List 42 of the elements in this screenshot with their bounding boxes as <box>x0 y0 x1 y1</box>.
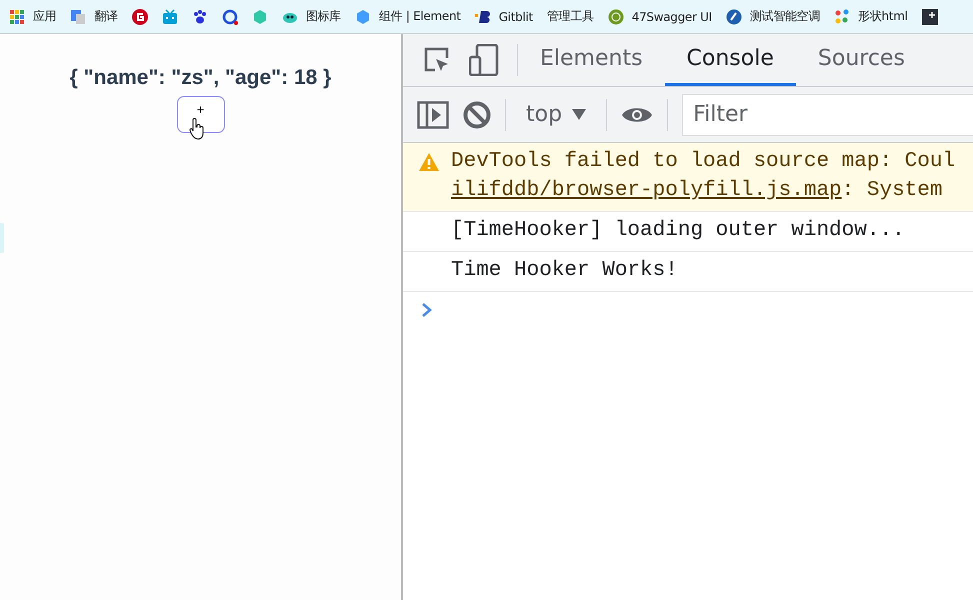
letter-b-icon <box>474 8 491 24</box>
devtools-tab[interactable]: Elements <box>518 34 665 86</box>
letter-g-icon <box>132 8 148 24</box>
bookmark[interactable]: 形状html <box>834 8 908 25</box>
bookmark[interactable]: 组件 | Element <box>354 8 461 25</box>
paw-icon <box>192 8 208 24</box>
tv-icon <box>162 8 178 24</box>
json-heading: { "name": "zs", "age": 18 } <box>70 66 332 90</box>
circle-icon <box>608 8 624 24</box>
bookmark[interactable]: 47Swagger UI <box>608 8 712 24</box>
bookmark[interactable]: 应用 <box>9 8 56 25</box>
circle-icon <box>726 8 742 24</box>
ring-icon <box>222 8 238 24</box>
log-text: Time Hooker Works! <box>451 259 678 282</box>
device-icon <box>469 44 499 76</box>
filter-field[interactable]: Filter <box>682 94 973 136</box>
source-map-link[interactable]: ilifddb/browser-polyfill.js.map <box>451 179 842 202</box>
bookmark[interactable]: Gitblit <box>474 8 533 24</box>
bookmark[interactable] <box>192 8 208 24</box>
warning-icon <box>418 152 440 172</box>
bookmark[interactable] <box>222 8 238 24</box>
hexagon-icon <box>252 8 268 24</box>
bookmark[interactable]: 翻译 <box>70 8 118 25</box>
bookmark[interactable]: 测试智能空调 <box>726 8 820 25</box>
inspect-cursor-icon <box>423 46 451 74</box>
context-dropdown[interactable]: top <box>520 101 592 128</box>
hexagon-icon <box>354 8 371 24</box>
clear-console-icon <box>463 100 491 128</box>
add-button[interactable]: + <box>176 96 224 133</box>
hand-cursor-icon <box>188 118 204 140</box>
apps-grid-icon <box>9 8 25 24</box>
prompt-chevron-icon <box>421 302 433 318</box>
translate-icon <box>70 8 86 24</box>
bookmark[interactable]: 图标库 <box>282 8 341 25</box>
log-text: [TimeHooker] loading outer window... <box>451 219 905 242</box>
devtools-tab[interactable]: Sources <box>796 34 927 86</box>
warning-text: : System <box>842 179 942 202</box>
sidebar-toggle-icon <box>417 100 449 128</box>
bookmark[interactable]: 管理工具 <box>546 8 594 25</box>
caret-icon <box>572 109 586 120</box>
warning-text: DevTools failed to load source map: Coul <box>451 150 956 173</box>
dots-icon <box>834 8 850 24</box>
